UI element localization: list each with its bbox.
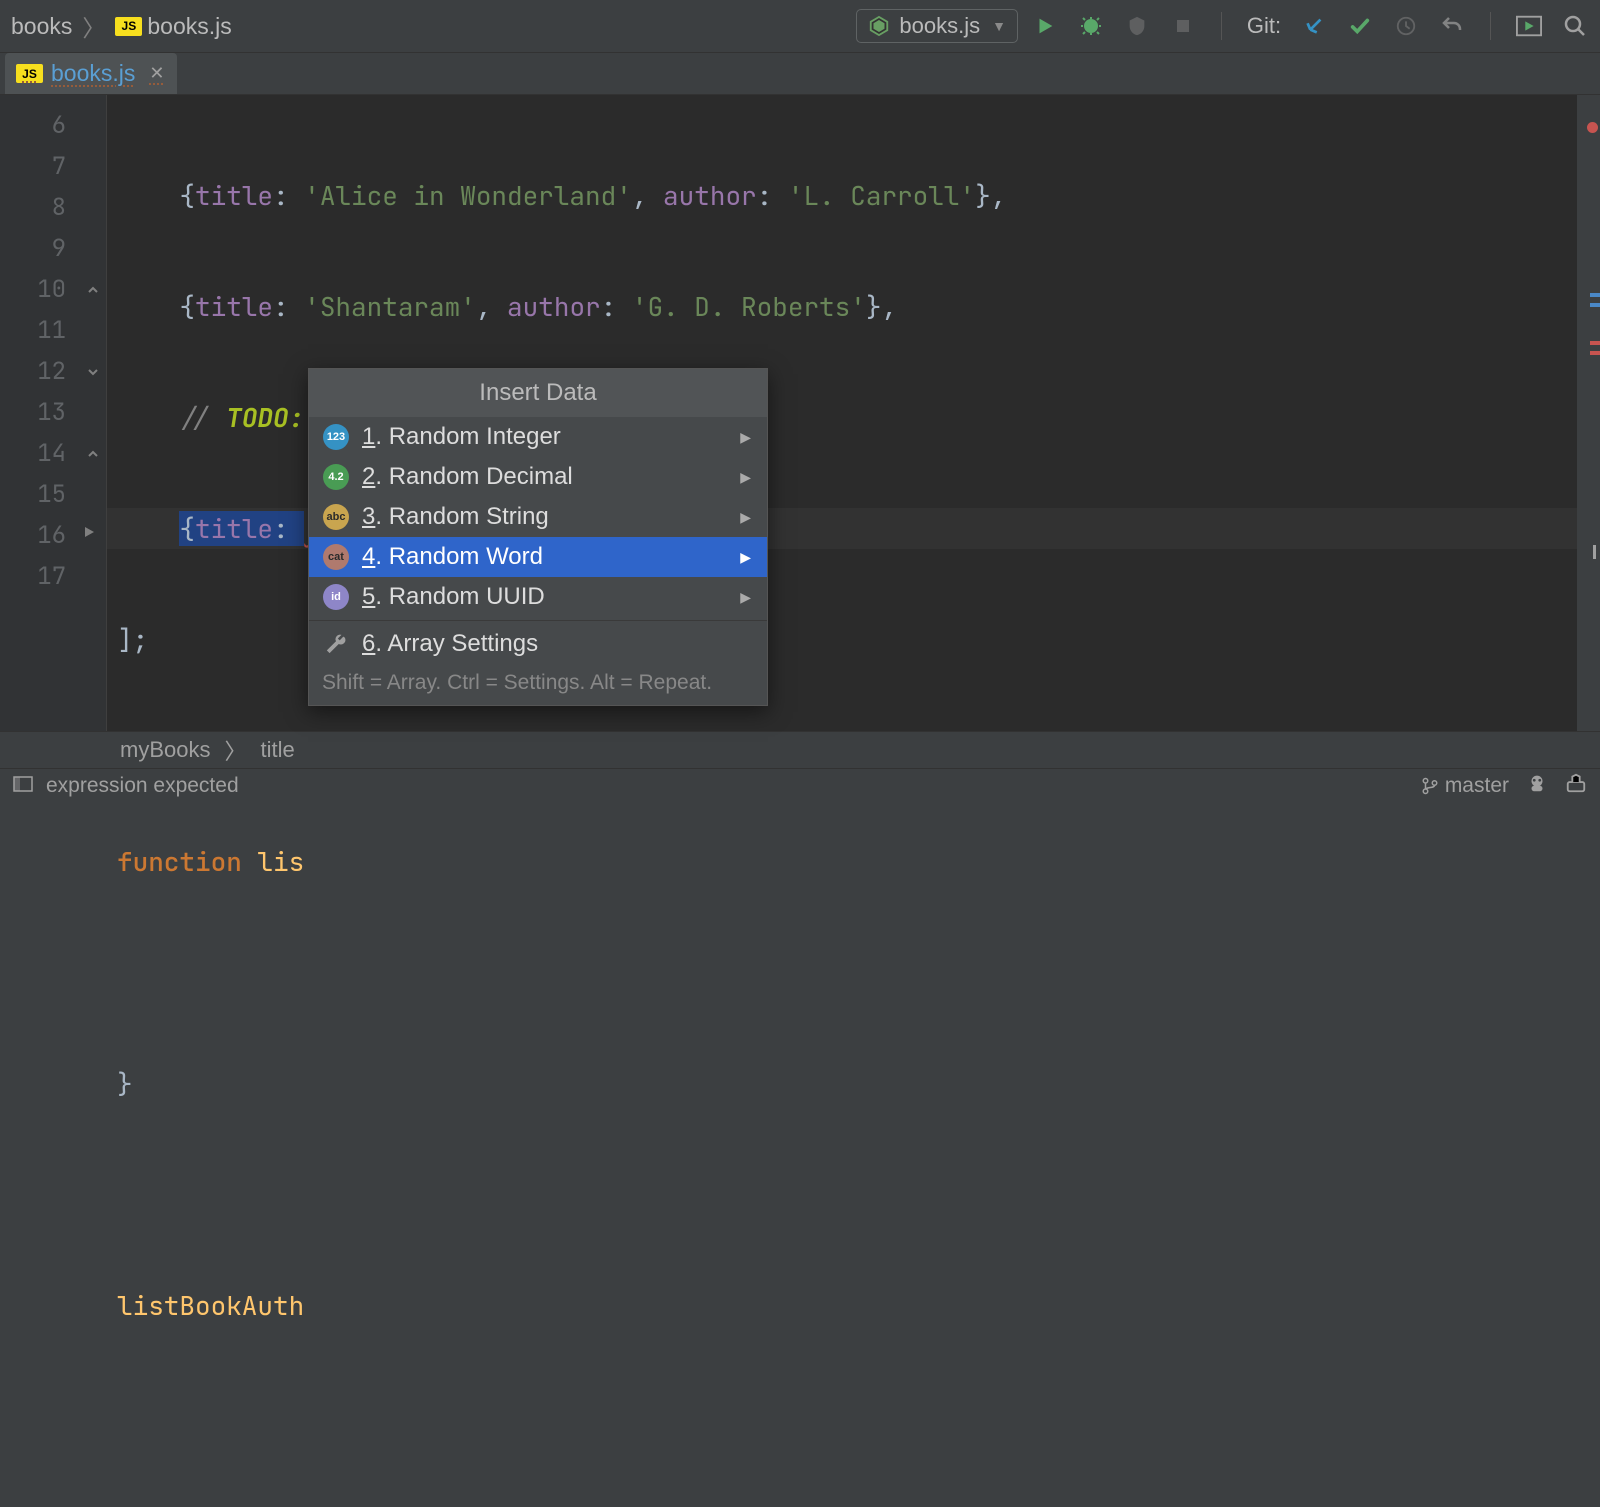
submenu-arrow-icon: ▶ <box>740 549 751 566</box>
topbar: books 〉 JS books.js books.js ▼ Git: <box>0 0 1600 53</box>
submenu-arrow-icon: ▶ <box>740 589 751 606</box>
toolbar-actions: Git: <box>1031 12 1589 40</box>
line-number[interactable]: 15 <box>0 474 106 515</box>
menu-item-random-integer[interactable]: 1231. Random Integer▶ <box>309 417 767 457</box>
stripe-mark[interactable] <box>1590 303 1600 307</box>
breadcrumb: books 〉 JS books.js <box>11 9 856 43</box>
git-update-button[interactable] <box>1300 12 1328 40</box>
line-number[interactable]: 7 <box>0 146 106 187</box>
submenu-arrow-icon: ▶ <box>740 429 751 446</box>
tab-label: books.js <box>51 60 135 87</box>
separator <box>1490 12 1491 40</box>
run-configuration-selector[interactable]: books.js ▼ <box>856 9 1018 43</box>
git-label: Git: <box>1250 12 1278 40</box>
stripe-mark[interactable] <box>1590 341 1600 345</box>
line-number[interactable]: 13 <box>0 392 106 433</box>
insert-data-popup: Insert Data 1231. Random Integer▶ 4.22. … <box>308 368 768 706</box>
breadcrumb-root[interactable]: books <box>11 13 72 40</box>
stop-button <box>1169 12 1197 40</box>
js-file-icon: JS <box>16 64 43 83</box>
editor-tabs: JS books.js ✕ <box>0 53 1600 95</box>
stripe-mark[interactable] <box>1590 351 1600 355</box>
gutter[interactable]: 6 7 8 9 10 11 12 13 14 15 16 17 <box>0 95 107 731</box>
debug-button[interactable] <box>1077 12 1105 40</box>
error-stripe[interactable] <box>1577 95 1600 731</box>
menu-item-random-uuid[interactable]: id5. Random UUID▶ <box>309 577 767 617</box>
caret-mark <box>1593 545 1596 559</box>
line-number[interactable]: 8 <box>0 187 106 228</box>
run-config-label: books.js <box>899 13 980 39</box>
gutter-run-icon[interactable] <box>82 525 96 539</box>
menu-item-array-settings[interactable]: 6. Array Settings <box>309 624 767 664</box>
chevron-right-icon: 〉 <box>82 9 105 43</box>
editor-tab-books[interactable]: JS books.js ✕ <box>5 53 177 94</box>
git-commit-button[interactable] <box>1346 12 1374 40</box>
breadcrumb-file-label: books.js <box>147 13 231 40</box>
menu-item-random-decimal[interactable]: 4.22. Random Decimal▶ <box>309 457 767 497</box>
line-number[interactable]: 14 <box>0 433 106 474</box>
line-number[interactable]: 11 <box>0 310 106 351</box>
coverage-button <box>1123 12 1151 40</box>
run-anything-button[interactable] <box>1515 12 1543 40</box>
rollback-button[interactable] <box>1438 12 1466 40</box>
separator <box>309 620 767 621</box>
line-number[interactable]: 6 <box>0 105 106 146</box>
submenu-arrow-icon: ▶ <box>740 509 751 526</box>
editor[interactable]: 6 7 8 9 10 11 12 13 14 15 16 17 {title: … <box>0 95 1600 731</box>
chevron-down-icon: ▼ <box>992 18 1006 34</box>
breadcrumb-file[interactable]: JS books.js <box>115 13 231 40</box>
popup-hint: Shift = Array. Ctrl = Settings. Alt = Re… <box>309 664 767 705</box>
line-number[interactable]: 10 <box>0 269 106 310</box>
tool-window-button[interactable] <box>13 774 33 798</box>
menu-item-random-word[interactable]: cat4. Random Word▶ <box>309 537 767 577</box>
close-icon[interactable]: ✕ <box>149 63 164 84</box>
separator <box>1221 12 1222 40</box>
line-number[interactable]: 12 <box>0 351 106 392</box>
popup-title: Insert Data <box>309 369 767 417</box>
stripe-mark[interactable] <box>1590 293 1600 297</box>
fold-open-icon[interactable] <box>86 365 100 379</box>
js-file-icon: JS <box>115 17 142 36</box>
error-indicator-icon[interactable] <box>1587 122 1598 133</box>
menu-item-random-string[interactable]: abc3. Random String▶ <box>309 497 767 537</box>
nodejs-icon <box>868 15 890 37</box>
search-everywhere-button[interactable] <box>1561 12 1589 40</box>
run-button[interactable] <box>1031 12 1059 40</box>
line-number[interactable]: 17 <box>0 556 106 597</box>
fold-close-icon[interactable] <box>86 447 100 461</box>
wrench-icon <box>323 631 349 657</box>
git-history-button[interactable] <box>1392 12 1420 40</box>
line-number[interactable]: 9 <box>0 228 106 269</box>
submenu-arrow-icon: ▶ <box>740 469 751 486</box>
fold-close-icon[interactable] <box>86 283 100 297</box>
